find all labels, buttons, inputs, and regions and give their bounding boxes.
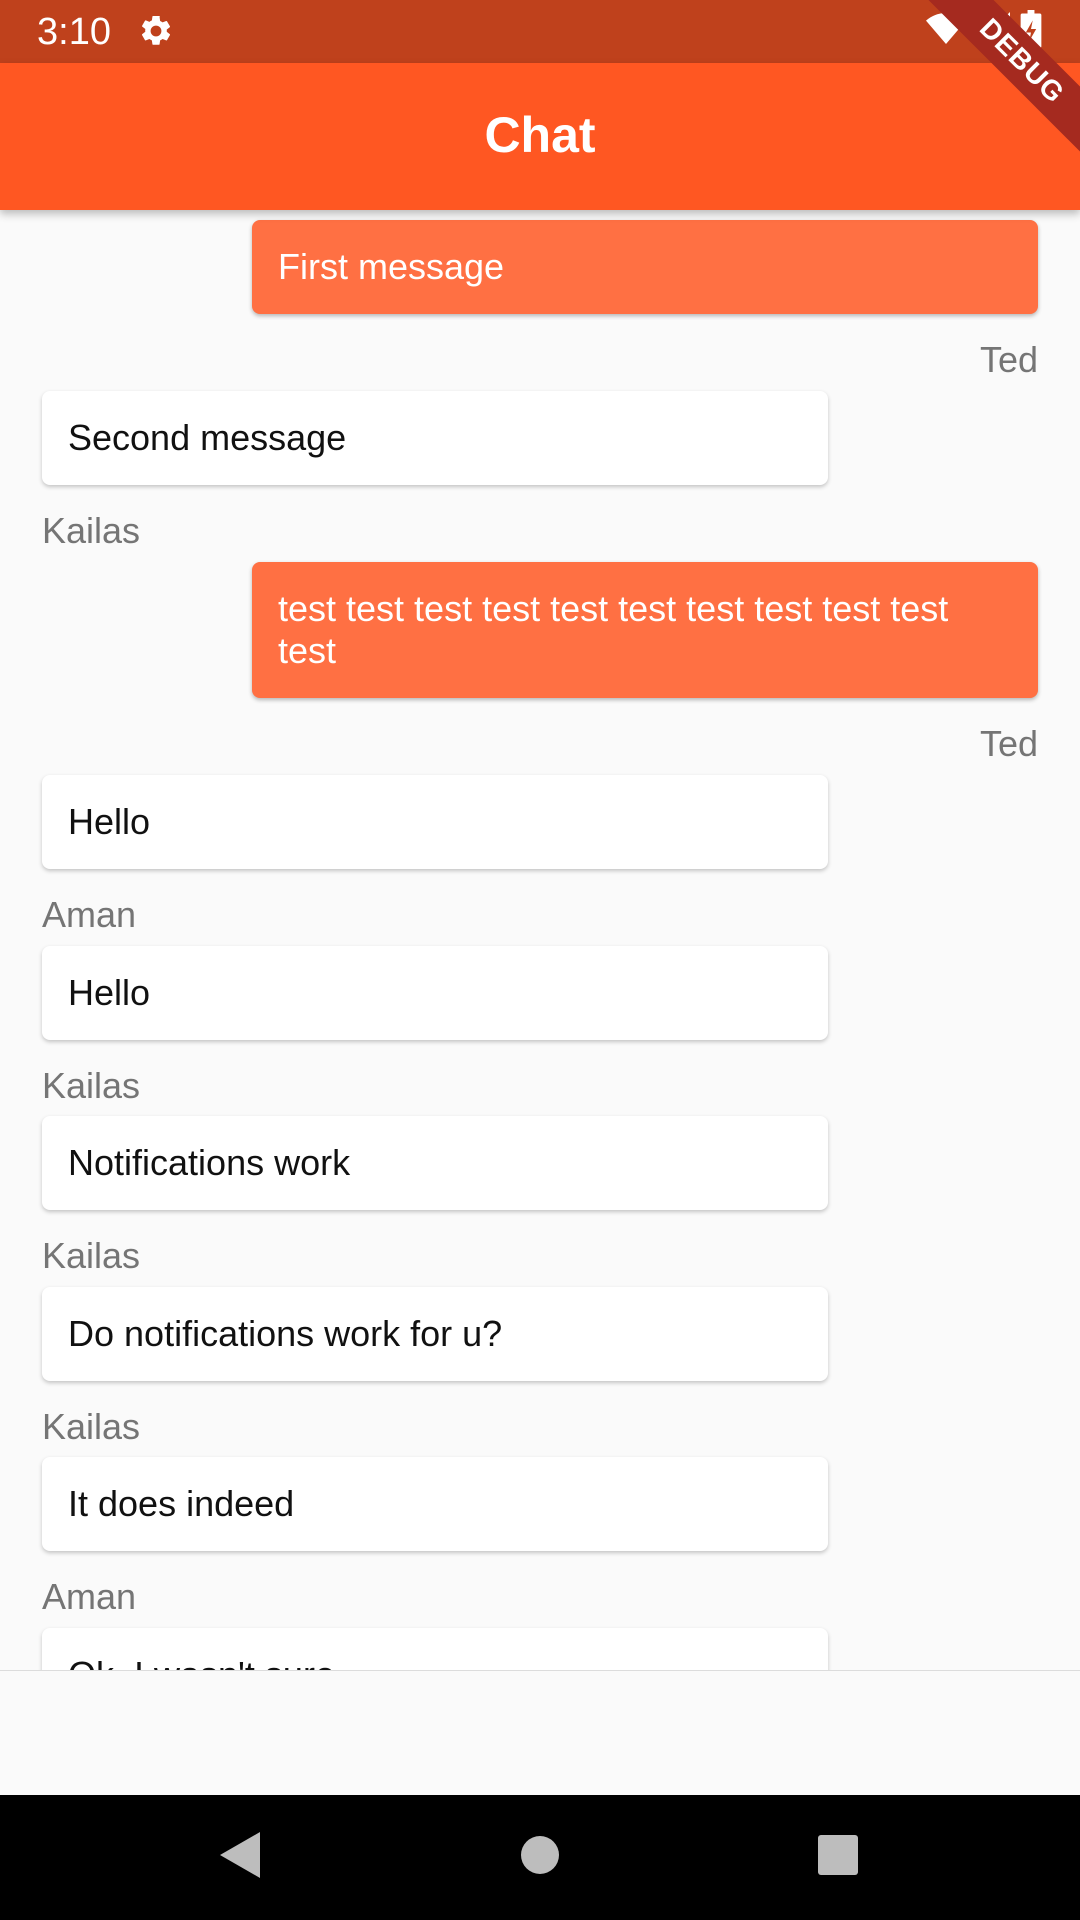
message-sender: Kailas — [42, 1235, 141, 1276]
message-bubble-other[interactable]: Notifications work — [42, 1116, 828, 1210]
message-row: It does indeed Aman — [0, 1457, 1080, 1617]
message-sender: Aman — [42, 1576, 137, 1617]
system-nav-bar — [0, 1795, 1080, 1920]
message-sender: Ted — [979, 339, 1038, 380]
home-icon — [520, 1835, 560, 1880]
message-row: test test test test test test test test … — [0, 562, 1080, 764]
back-button[interactable] — [170, 1795, 310, 1920]
message-bubble-other[interactable]: Ok, I wasn't sure — [42, 1628, 828, 1670]
message-bubble-other[interactable]: Do notifications work for u? — [42, 1287, 828, 1381]
battery-icon — [1020, 9, 1042, 53]
message-row: Second message Kailas — [0, 391, 1080, 551]
recents-icon — [818, 1835, 858, 1880]
message-bubble-mine[interactable]: test test test test test test test test … — [252, 562, 1038, 698]
message-sender: Ted — [979, 723, 1038, 764]
message-row: Notifications work Kailas — [0, 1116, 1080, 1276]
gear-icon — [138, 13, 174, 49]
message-row: Do notifications work for u? Kailas — [0, 1287, 1080, 1447]
message-sender: Kailas — [42, 1065, 141, 1106]
message-bubble-other[interactable]: Second message — [42, 391, 828, 485]
message-bubble-other[interactable]: Hello — [42, 946, 828, 1040]
message-row: First message Ted — [0, 220, 1080, 380]
wifi-icon — [926, 12, 966, 51]
home-button[interactable] — [470, 1795, 610, 1920]
app-bar: Chat — [0, 63, 1080, 210]
message-input-area[interactable] — [0, 1670, 1080, 1796]
page-title: Chat — [484, 107, 596, 163]
status-bar: 3:10 — [0, 0, 1080, 63]
status-icons — [926, 9, 1042, 53]
chat-message-list[interactable]: First message Ted Second message Kailas … — [0, 210, 1080, 1670]
message-row: Ok, I wasn't sure — [0, 1628, 1080, 1670]
message-sender: Kailas — [42, 1406, 141, 1447]
message-sender: Kailas — [42, 510, 141, 551]
message-bubble-other[interactable]: Hello — [42, 775, 828, 869]
message-bubble-other[interactable]: It does indeed — [42, 1457, 828, 1551]
signal-icon — [976, 11, 1010, 51]
status-time: 3:10 — [37, 11, 111, 53]
message-row: Hello Aman — [0, 775, 1080, 935]
message-bubble-mine[interactable]: First message — [252, 220, 1038, 314]
message-sender: Aman — [42, 894, 137, 935]
message-row: Hello Kailas — [0, 946, 1080, 1106]
back-icon — [218, 1830, 262, 1885]
recents-button[interactable] — [768, 1795, 908, 1920]
